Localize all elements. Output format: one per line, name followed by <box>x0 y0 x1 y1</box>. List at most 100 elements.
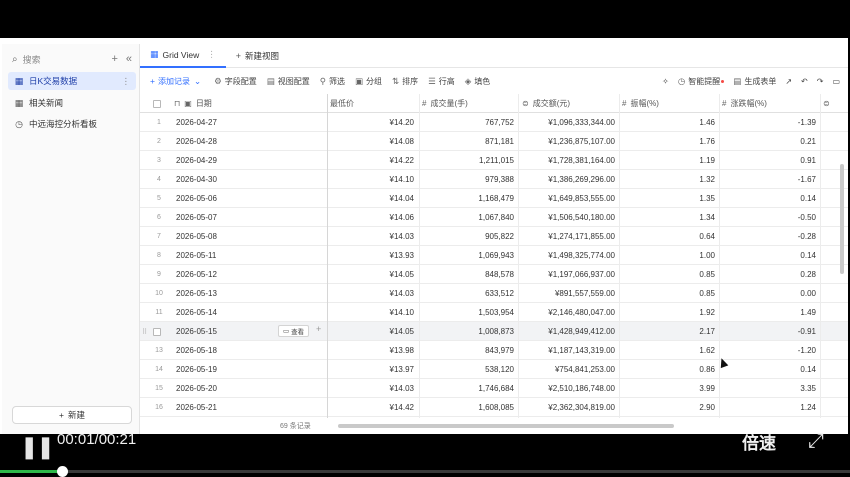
view-record-button[interactable]: ▭ 查看 <box>278 325 310 337</box>
vertical-scrollbar[interactable] <box>840 164 844 274</box>
cell-low[interactable]: ¥14.42 <box>330 398 418 417</box>
tab-new-view[interactable]: + 新建视图 <box>226 44 289 68</box>
more-icon[interactable]: ⋮ <box>122 76 131 87</box>
cell-amplitude[interactable]: 1.92 <box>622 303 719 322</box>
cell-change[interactable]: 0.91 <box>722 151 820 170</box>
cell-amplitude[interactable]: 1.19 <box>622 151 719 170</box>
cell-low[interactable]: ¥14.06 <box>330 208 418 227</box>
cell-change[interactable]: 0.28 <box>722 265 820 284</box>
share-icon[interactable]: ↗ <box>785 77 792 86</box>
cell-amplitude[interactable]: 2.90 <box>622 398 719 417</box>
cell-low[interactable]: ¥14.03 <box>330 284 418 303</box>
cell-amount[interactable]: ¥1,096,333,344.00 <box>522 113 619 132</box>
cell-amplitude[interactable]: 1.32 <box>622 170 719 189</box>
sort-button[interactable]: ⇅ 排序 <box>392 76 418 87</box>
cell-amplitude[interactable]: 1.00 <box>622 246 719 265</box>
table-row[interactable]: 8 2026-05-11 ¥13.93 1,069,943 ¥1,498,325,774… <box>140 246 848 265</box>
sidebar-item-news[interactable]: ▦ 相关新闻 <box>8 94 136 112</box>
cell-volume[interactable]: 1,746,684 <box>422 379 518 398</box>
cell-amount[interactable]: ¥2,510,186,748.00 <box>522 379 619 398</box>
cell-amount[interactable]: ¥1,274,171,855.00 <box>522 227 619 246</box>
sidebar-item-daily-k[interactable]: ▦ 日K交易数据 ⋮ <box>8 72 136 90</box>
table-row[interactable]: 7 2026-05-08 ¥14.03 905,822 ¥1,274,171,855.0… <box>140 227 848 246</box>
table-row[interactable]: 4 2026-04-30 ¥14.10 979,388 ¥1,386,269,296.0… <box>140 170 848 189</box>
column-header-overflow[interactable]: ⊜ <box>823 94 843 113</box>
cell-change[interactable]: -1.67 <box>722 170 820 189</box>
cell-amount[interactable]: ¥1,197,066,937.00 <box>522 265 619 284</box>
table-row[interactable]: 9 2026-05-12 ¥14.05 848,578 ¥1,197,066,937.0… <box>140 265 848 284</box>
cell-amount[interactable]: ¥1,187,143,319.00 <box>522 341 619 360</box>
smart-alert-button[interactable]: ◷ 智能提醒 <box>678 76 725 87</box>
cell-date[interactable]: 2026-05-15 <box>176 322 276 341</box>
cell-change[interactable]: -1.39 <box>722 113 820 132</box>
fill-color-button[interactable]: ◈ 填色 <box>465 76 491 87</box>
cell-volume[interactable]: 848,578 <box>422 265 518 284</box>
cell-low[interactable]: ¥13.98 <box>330 341 418 360</box>
cell-change[interactable]: -0.91 <box>722 322 820 341</box>
cell-date[interactable]: 2026-04-30 <box>176 170 276 189</box>
filter-button[interactable]: ⚲ 筛选 <box>320 76 345 87</box>
cell-amount[interactable]: ¥1,386,269,296.00 <box>522 170 619 189</box>
cell-date[interactable]: 2026-05-06 <box>176 189 276 208</box>
cell-low[interactable]: ¥14.03 <box>330 379 418 398</box>
cell-low[interactable]: ¥14.10 <box>330 170 418 189</box>
tab-grid-view[interactable]: ▦ Grid View ⋮ <box>140 44 226 68</box>
cell-amplitude[interactable]: 1.34 <box>622 208 719 227</box>
cell-amount[interactable]: ¥1,428,949,412.00 <box>522 322 619 341</box>
cell-change[interactable]: 0.00 <box>722 284 820 303</box>
cell-amplitude[interactable]: 3.99 <box>622 379 719 398</box>
view-config-button[interactable]: ▤ 视图配置 <box>267 76 310 87</box>
table-row[interactable]: 13 2026-05-18 ¥13.98 843,979 ¥1,187,143,319.… <box>140 341 848 360</box>
progress-knob[interactable] <box>57 466 68 477</box>
redo-icon[interactable]: ↷ <box>817 77 824 86</box>
cell-date[interactable]: 2026-05-21 <box>176 398 276 417</box>
table-row[interactable]: 3 2026-04-29 ¥14.22 1,211,015 ¥1,728,381,164… <box>140 151 848 170</box>
add-record-button[interactable]: + 添加记录 ⌄ <box>150 76 204 87</box>
row-height-button[interactable]: ☰ 行高 <box>428 76 455 87</box>
cell-amount[interactable]: ¥1,649,853,555.00 <box>522 189 619 208</box>
select-all-checkbox[interactable] <box>153 94 165 113</box>
cell-low[interactable]: ¥14.05 <box>330 265 418 284</box>
drag-handle-icon[interactable]: ⠿ <box>142 322 147 341</box>
cell-date[interactable]: 2026-05-11 <box>176 246 276 265</box>
cell-low[interactable]: ¥13.93 <box>330 246 418 265</box>
table-row[interactable]: 14 2026-05-19 ¥13.97 538,120 ¥754,841,253.00… <box>140 360 848 379</box>
sidebar-item-dashboard[interactable]: ◷ 中远海控分析看板 <box>8 115 136 133</box>
playback-speed-button[interactable]: 倍速 <box>742 429 776 454</box>
cell-volume[interactable]: 633,512 <box>422 284 518 303</box>
cell-amount[interactable]: ¥891,557,559.00 <box>522 284 619 303</box>
column-header-amplitude[interactable]: # 振幅(%) <box>622 94 718 113</box>
progress-track[interactable] <box>0 470 850 473</box>
cell-volume[interactable]: 1,168,479 <box>422 189 518 208</box>
table-row[interactable]: 16 2026-05-21 ¥14.42 1,608,085 ¥2,362,304,81… <box>140 398 848 417</box>
table-row[interactable]: 1 2026-04-27 ¥14.20 767,752 ¥1,096,333,344.0… <box>140 113 848 132</box>
cell-date[interactable]: 2026-05-14 <box>176 303 276 322</box>
cell-volume[interactable]: 843,979 <box>422 341 518 360</box>
cell-volume[interactable]: 1,069,943 <box>422 246 518 265</box>
cell-date[interactable]: 2026-05-20 <box>176 379 276 398</box>
cell-amplitude[interactable]: 0.85 <box>622 284 719 303</box>
cell-amount[interactable]: ¥1,498,325,774.00 <box>522 246 619 265</box>
table-row[interactable]: 5 2026-05-06 ¥14.04 1,168,479 ¥1,649,853,555… <box>140 189 848 208</box>
cell-amplitude[interactable]: 1.62 <box>622 341 719 360</box>
cell-volume[interactable]: 905,822 <box>422 227 518 246</box>
cell-amplitude[interactable]: 0.64 <box>622 227 719 246</box>
table-row[interactable]: 15 2026-05-20 ¥14.03 1,746,684 ¥2,510,186,74… <box>140 379 848 398</box>
cell-volume[interactable]: 1,008,873 <box>422 322 518 341</box>
cell-volume[interactable]: 1,608,085 <box>422 398 518 417</box>
cell-amplitude[interactable]: 1.35 <box>622 189 719 208</box>
cell-amount[interactable]: ¥2,362,304,819.00 <box>522 398 619 417</box>
cell-low[interactable]: ¥14.10 <box>330 303 418 322</box>
table-row[interactable]: ⠿ 2026-05-15 ▭ 查看 + ¥14.05 1,008,873 ¥1,428,949… <box>140 322 848 341</box>
cell-date[interactable]: 2026-04-27 <box>176 113 276 132</box>
table-row[interactable]: 2 2026-04-28 ¥14.08 871,181 ¥1,236,875,107.0… <box>140 132 848 151</box>
sidebar-search[interactable]: ⌕ 搜索 + « <box>12 52 132 66</box>
cell-date[interactable]: 2026-05-07 <box>176 208 276 227</box>
undo-icon[interactable]: ↶ <box>801 77 808 86</box>
cell-volume[interactable]: 1,067,840 <box>422 208 518 227</box>
cell-volume[interactable]: 871,181 <box>422 132 518 151</box>
cell-amount[interactable]: ¥2,146,480,047.00 <box>522 303 619 322</box>
fullscreen-icon[interactable]: ⤢ <box>808 430 824 453</box>
cell-amplitude[interactable]: 1.46 <box>622 113 719 132</box>
cell-low[interactable]: ¥14.04 <box>330 189 418 208</box>
